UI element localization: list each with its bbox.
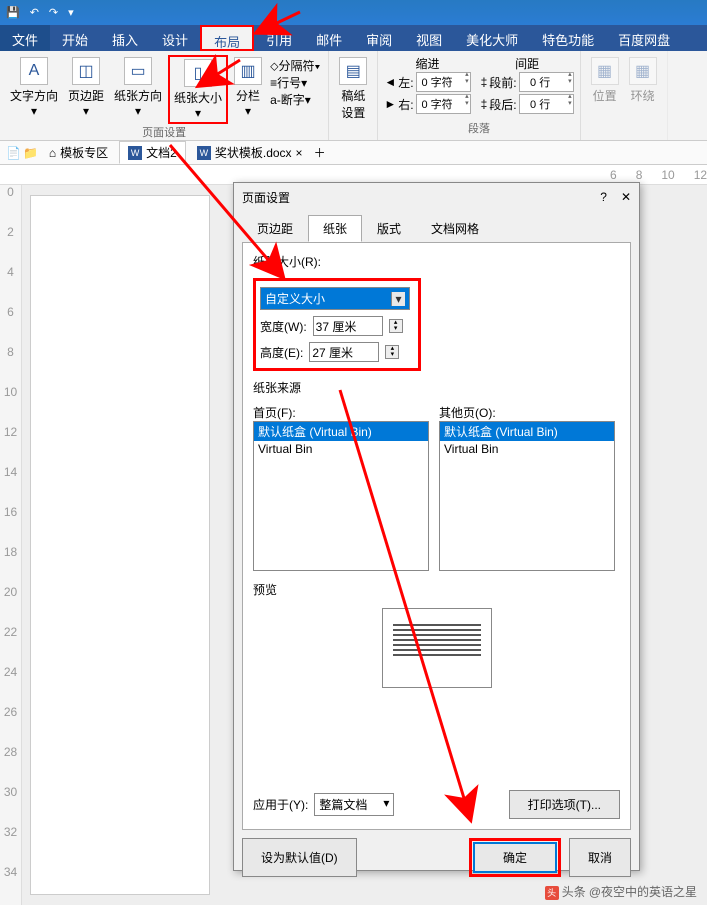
vertical-ruler: 0246810121416182022242628303234 — [0, 185, 22, 905]
redo-icon[interactable]: ↷ — [49, 6, 58, 19]
space-before-input[interactable]: 0 行 — [519, 72, 574, 92]
print-options-button[interactable]: 打印选项(T)... — [509, 790, 620, 819]
folder-icon[interactable]: 📁 — [23, 146, 38, 160]
tab-doc2[interactable]: W文档2 — [119, 141, 186, 164]
other-pages-listbox[interactable]: 默认纸盒 (Virtual Bin) Virtual Bin — [439, 421, 615, 571]
hyphenation-button[interactable]: a-断字▾ — [270, 91, 320, 108]
page-setup-group-label: 页面设置 — [6, 124, 322, 140]
undo-icon[interactable]: ↶ — [30, 6, 39, 19]
menu-ref[interactable]: 引用 — [254, 25, 304, 51]
dtab-grid[interactable]: 文档网格 — [416, 215, 494, 242]
menu-special[interactable]: 特色功能 — [530, 25, 606, 51]
preview-label: 预览 — [253, 581, 620, 598]
chevron-down-icon: ▾ — [383, 796, 389, 813]
dtab-layout[interactable]: 版式 — [362, 215, 416, 242]
tab-templates[interactable]: ⌂模板专区 — [40, 141, 117, 164]
close-icon[interactable]: × — [296, 146, 303, 160]
dialog-title: 页面设置 — [242, 189, 290, 206]
menu-view[interactable]: 视图 — [404, 25, 454, 51]
save-icon[interactable]: 💾 — [6, 6, 20, 19]
menu-home[interactable]: 开始 — [50, 25, 100, 51]
height-input[interactable] — [309, 342, 379, 362]
paragraph-group-label: 段落 — [384, 120, 573, 136]
dtab-margin[interactable]: 页边距 — [242, 215, 308, 242]
set-default-button[interactable]: 设为默认值(D) — [242, 838, 357, 877]
chevron-down-icon: ▾ — [391, 292, 405, 306]
size-highlight-box: 自定义大小▾ 宽度(W): ▴▾ 高度(E): ▴▾ — [253, 278, 421, 371]
paper-size-button[interactable]: ▯纸张大小▾ — [168, 55, 228, 124]
ok-button[interactable]: 确定 — [473, 842, 557, 873]
apply-to-select[interactable]: 整篇文档▾ — [314, 793, 394, 816]
first-page-listbox[interactable]: 默认纸盒 (Virtual Bin) Virtual Bin — [253, 421, 429, 571]
ribbon: A文字方向▾ ◫页边距▾ ▭纸张方向▾ ▯纸张大小▾ ▥分栏▾ ⬦分隔符▾ ≡行… — [0, 51, 707, 141]
width-spinner[interactable]: ▴▾ — [389, 319, 403, 333]
preview-box — [382, 608, 492, 688]
help-icon[interactable]: ? — [600, 190, 607, 204]
paper-source-label: 纸张来源 — [253, 379, 620, 396]
menu-review[interactable]: 审阅 — [354, 25, 404, 51]
width-input[interactable] — [313, 316, 383, 336]
document-tabs: 📄 📁 ⌂模板专区 W文档2 W奖状模板.docx× ＋ — [0, 141, 707, 165]
indent-label: 缩进 — [384, 55, 470, 72]
spacing-label: 间距 — [481, 55, 574, 72]
page-canvas[interactable] — [30, 195, 210, 895]
orientation-button[interactable]: ▭纸张方向▾ — [110, 55, 166, 124]
text-direction-button[interactable]: A文字方向▾ — [6, 55, 62, 124]
margins-button[interactable]: ◫页边距▾ — [64, 55, 108, 124]
page-setup-dialog: 页面设置 ? ✕ 页边距 纸张 版式 文档网格 纸张大小(R): 自定义大小▾ … — [233, 182, 640, 871]
breaks-button[interactable]: ⬦分隔符▾ — [270, 57, 320, 74]
menu-mail[interactable]: 邮件 — [304, 25, 354, 51]
menu-beauty[interactable]: 美化大师 — [454, 25, 530, 51]
add-tab-icon[interactable]: ＋ — [314, 144, 326, 161]
dtab-paper[interactable]: 纸张 — [308, 215, 362, 242]
indent-left-input[interactable]: 0 字符 — [416, 72, 471, 92]
more-icon[interactable]: ▾ — [68, 6, 74, 19]
indent-right-input[interactable]: 0 字符 — [416, 94, 471, 114]
folder-icon[interactable]: 📄 — [6, 146, 21, 160]
menu-file[interactable]: 文件 — [0, 25, 50, 51]
line-numbers-button[interactable]: ≡行号▾ — [270, 74, 320, 91]
close-icon[interactable]: ✕ — [621, 190, 631, 204]
menu-design[interactable]: 设计 — [150, 25, 200, 51]
quick-access-toolbar: 💾 ↶ ↷ ▾ — [0, 0, 707, 25]
menu-layout[interactable]: 布局 — [200, 25, 254, 51]
cancel-button[interactable]: 取消 — [569, 838, 631, 877]
wrap-button: ▦环绕 — [625, 55, 661, 106]
menu-baidu[interactable]: 百度网盘 — [606, 25, 682, 51]
attribution: 头 头条 @夜空中的英语之星 — [545, 883, 697, 900]
menu-bar: 文件 开始 插入 设计 布局 引用 邮件 审阅 视图 美化大师 特色功能 百度网… — [0, 25, 707, 51]
space-after-input[interactable]: 0 行 — [519, 94, 574, 114]
paper-size-label: 纸张大小(R): — [253, 253, 620, 270]
dialog-tabs: 页边距 纸张 版式 文档网格 — [234, 211, 639, 242]
menu-insert[interactable]: 插入 — [100, 25, 150, 51]
height-spinner[interactable]: ▴▾ — [385, 345, 399, 359]
position-button: ▦位置 — [587, 55, 623, 106]
paper-size-select[interactable]: 自定义大小▾ — [260, 287, 410, 310]
tab-award[interactable]: W奖状模板.docx× — [188, 141, 312, 164]
columns-button[interactable]: ▥分栏▾ — [230, 55, 266, 124]
draft-button[interactable]: ▤稿纸设置 — [335, 55, 371, 123]
